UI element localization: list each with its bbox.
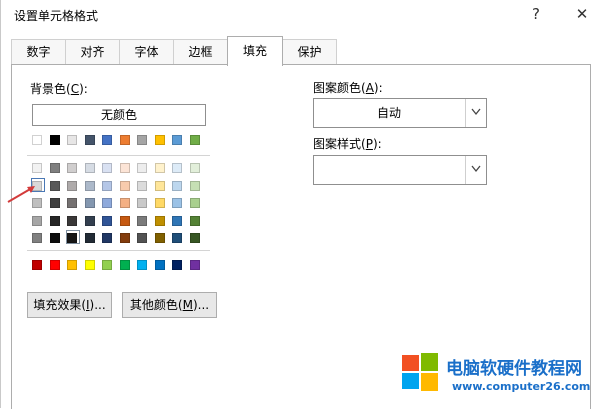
- color-swatch[interactable]: [137, 233, 147, 243]
- watermark-url: www.computer26.com: [452, 380, 591, 393]
- color-swatch[interactable]: [102, 260, 112, 270]
- color-swatch[interactable]: [32, 163, 42, 173]
- color-swatch[interactable]: [154, 198, 165, 208]
- color-swatch[interactable]: [49, 163, 60, 173]
- color-swatch[interactable]: [172, 163, 182, 173]
- color-swatch[interactable]: [67, 215, 77, 226]
- color-swatch[interactable]: [137, 215, 147, 226]
- color-swatch[interactable]: [154, 233, 165, 243]
- color-swatch[interactable]: [189, 180, 200, 191]
- color-swatch[interactable]: [172, 215, 182, 226]
- color-swatch[interactable]: [67, 135, 77, 145]
- palette-separator: [27, 155, 210, 156]
- color-swatch[interactable]: [102, 233, 112, 243]
- tab-border[interactable]: 边框: [173, 39, 228, 65]
- color-swatch[interactable]: [102, 163, 112, 173]
- fill-effects-button[interactable]: 填充效果(I)...: [27, 292, 112, 318]
- color-swatch[interactable]: [172, 233, 182, 243]
- color-swatch[interactable]: [137, 180, 147, 191]
- color-swatch[interactable]: [84, 180, 95, 191]
- color-swatch[interactable]: [49, 198, 60, 208]
- color-swatch[interactable]: [119, 198, 130, 208]
- color-swatch[interactable]: [154, 215, 165, 226]
- color-swatch[interactable]: [189, 260, 200, 270]
- tab-font[interactable]: 字体: [119, 39, 174, 65]
- color-swatch[interactable]: [119, 135, 130, 145]
- color-swatch[interactable]: [84, 198, 95, 208]
- color-swatch[interactable]: [172, 180, 182, 191]
- tab-number[interactable]: 数字: [11, 39, 66, 65]
- more-colors-button[interactable]: 其他颜色(M)...: [122, 292, 217, 318]
- color-swatch[interactable]: [84, 163, 95, 173]
- palette-separator: [27, 250, 210, 251]
- color-swatch[interactable]: [137, 163, 147, 173]
- color-swatch[interactable]: [32, 260, 42, 270]
- color-swatch[interactable]: [189, 198, 200, 208]
- color-swatch[interactable]: [102, 180, 112, 191]
- color-swatch[interactable]: [49, 135, 60, 145]
- tab-bar: 数字 对齐 字体 边框 填充 保护: [11, 36, 591, 66]
- format-cells-dialog: 设置单元格格式 ? ✕ 数字 对齐 字体 边框 填充 保护 背景色(C): 无颜…: [0, 0, 600, 409]
- background-color-label: 背景色(C):: [30, 82, 88, 96]
- color-swatch[interactable]: [102, 215, 112, 226]
- color-swatch[interactable]: [32, 215, 42, 226]
- color-swatch[interactable]: [84, 260, 95, 270]
- color-swatch[interactable]: [137, 135, 147, 145]
- color-swatch[interactable]: [137, 260, 147, 270]
- pattern-style-dropdown[interactable]: [313, 155, 487, 185]
- color-swatch[interactable]: [119, 163, 130, 173]
- tab-fill[interactable]: 填充: [227, 36, 283, 66]
- color-swatch[interactable]: [172, 135, 182, 145]
- color-swatch[interactable]: [172, 198, 182, 208]
- dialog-title: 设置单元格格式: [14, 9, 99, 23]
- color-swatch[interactable]: [102, 198, 112, 208]
- color-swatch[interactable]: [119, 180, 130, 191]
- chevron-down-icon[interactable]: [465, 99, 486, 127]
- color-swatch[interactable]: [84, 233, 95, 243]
- color-swatch[interactable]: [154, 163, 165, 173]
- color-swatch[interactable]: [49, 260, 60, 270]
- color-swatch[interactable]: [49, 233, 60, 243]
- color-swatch[interactable]: [119, 260, 130, 270]
- color-swatch[interactable]: [102, 135, 112, 145]
- pattern-style-label: 图案样式(P):: [313, 137, 382, 151]
- hover-swatch-highlight: [66, 230, 80, 244]
- color-swatch[interactable]: [32, 233, 42, 243]
- window-edge: [0, 0, 1, 408]
- color-swatch[interactable]: [84, 135, 95, 145]
- color-swatch[interactable]: [67, 163, 77, 173]
- color-swatch[interactable]: [67, 180, 77, 191]
- red-arrow-pointer-icon: [7, 186, 35, 203]
- windows-logo-icon: [402, 353, 438, 391]
- color-swatch[interactable]: [154, 260, 165, 270]
- tab-alignment[interactable]: 对齐: [65, 39, 120, 65]
- color-swatch[interactable]: [119, 215, 130, 226]
- tab-protection[interactable]: 保护: [282, 39, 337, 65]
- color-swatch[interactable]: [84, 215, 95, 226]
- no-color-button[interactable]: 无颜色: [32, 104, 206, 126]
- help-button[interactable]: ?: [524, 3, 548, 25]
- color-swatch[interactable]: [154, 135, 165, 145]
- pattern-color-value: 自动: [376, 106, 401, 120]
- color-swatch[interactable]: [189, 135, 200, 145]
- color-swatch[interactable]: [32, 135, 42, 145]
- color-swatch[interactable]: [172, 260, 182, 270]
- color-swatch[interactable]: [49, 180, 60, 191]
- pattern-color-dropdown[interactable]: 自动: [313, 98, 487, 128]
- color-swatch[interactable]: [67, 198, 77, 208]
- color-swatch[interactable]: [189, 215, 200, 226]
- color-swatch[interactable]: [49, 215, 60, 226]
- color-swatch[interactable]: [119, 233, 130, 243]
- watermark-text: 电脑软硬件教程网: [446, 359, 582, 379]
- pattern-color-label: 图案颜色(A):: [313, 81, 383, 95]
- color-swatch[interactable]: [137, 198, 147, 208]
- color-swatch[interactable]: [189, 163, 200, 173]
- chevron-down-icon[interactable]: [465, 156, 486, 184]
- color-swatch[interactable]: [189, 233, 200, 243]
- close-button[interactable]: ✕: [570, 3, 594, 25]
- color-swatch[interactable]: [67, 260, 77, 270]
- color-swatch[interactable]: [154, 180, 165, 191]
